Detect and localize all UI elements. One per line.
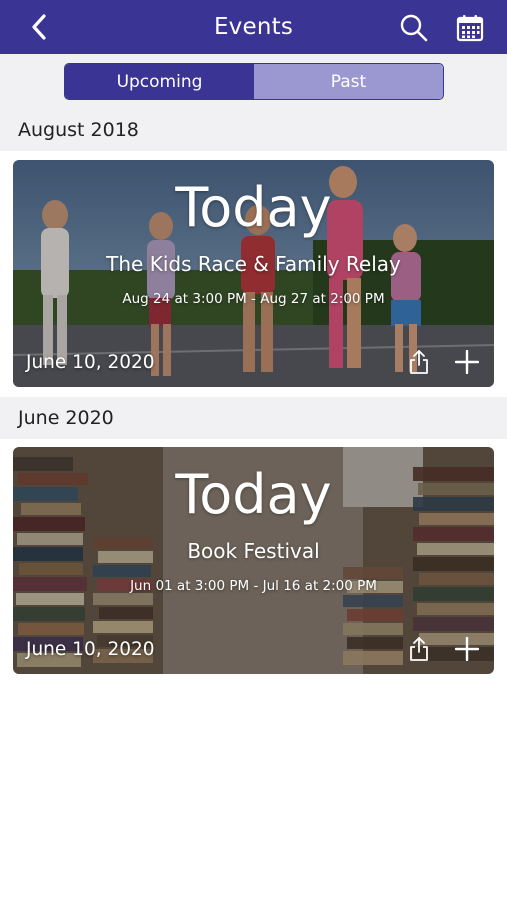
plus-icon (455, 350, 479, 374)
event-title: Book Festival (187, 539, 320, 563)
event-title: The Kids Race & Family Relay (106, 252, 401, 276)
share-icon (410, 350, 428, 374)
share-button[interactable] (405, 633, 433, 665)
tab-bar: Upcoming Past (0, 54, 507, 109)
today-badge: Today (175, 176, 332, 239)
event-card[interactable]: Today The Kids Race & Family Relay Aug 2… (13, 160, 494, 387)
segmented-control: Upcoming Past (64, 63, 444, 100)
add-to-calendar-button[interactable] (451, 346, 483, 378)
share-icon (410, 637, 428, 661)
calendar-icon (456, 15, 484, 42)
event-card[interactable]: Today Book Festival Jun 01 at 3:00 PM - … (13, 447, 494, 674)
section-heading: June 2020 (0, 397, 507, 439)
tab-past[interactable]: Past (254, 64, 443, 99)
search-button[interactable] (396, 10, 432, 46)
app-header: Events (0, 0, 507, 54)
today-badge: Today (175, 463, 332, 526)
share-button[interactable] (405, 346, 433, 378)
event-date: June 10, 2020 (26, 639, 155, 660)
add-to-calendar-button[interactable] (451, 633, 483, 665)
event-date: June 10, 2020 (26, 352, 155, 373)
event-date-range: Jun 01 at 3:00 PM - Jul 16 at 2:00 PM (130, 578, 377, 594)
event-date-range: Aug 24 at 3:00 PM - Aug 27 at 2:00 PM (122, 291, 385, 307)
plus-icon (455, 637, 479, 661)
section-heading: August 2018 (0, 109, 507, 151)
tab-upcoming[interactable]: Upcoming (65, 64, 254, 99)
search-icon (400, 14, 428, 42)
calendar-button[interactable] (452, 10, 488, 46)
